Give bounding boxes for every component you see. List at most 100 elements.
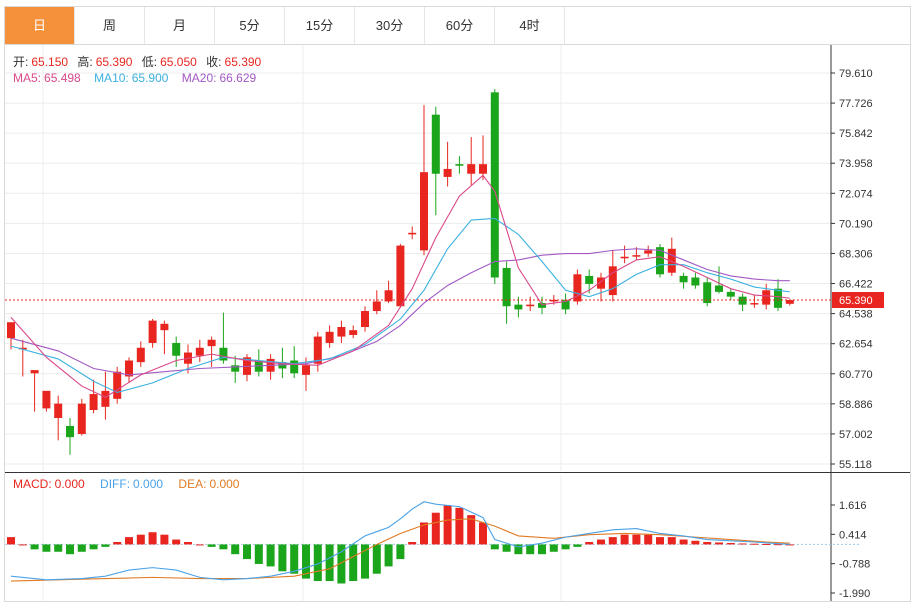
candle-body xyxy=(679,275,688,283)
macd-bar xyxy=(750,543,759,545)
macd-bar xyxy=(266,544,275,567)
ma10-value: 65.900 xyxy=(131,71,169,85)
macd-tick-label: 1.616 xyxy=(839,500,867,512)
macd-bar xyxy=(762,543,771,545)
macd-value: 0.000 xyxy=(54,477,85,491)
macd-bar xyxy=(77,544,86,552)
macd-bar xyxy=(679,539,688,545)
macd-bar xyxy=(479,522,487,545)
tab-0[interactable]: 日 xyxy=(5,7,75,44)
candle-body xyxy=(325,331,334,343)
y-tick-label: 70.190 xyxy=(839,218,873,230)
macd-bar xyxy=(597,539,605,545)
macd-bar xyxy=(148,532,157,545)
candle-body xyxy=(762,290,771,305)
candle-body xyxy=(302,365,310,375)
macd-bar xyxy=(573,544,582,547)
dea-label: DEA: xyxy=(178,477,207,491)
macd-bar xyxy=(585,541,594,545)
candle-body xyxy=(113,371,122,399)
candle-body xyxy=(361,311,369,327)
tab-4[interactable]: 15分 xyxy=(285,7,355,44)
macd-bar xyxy=(18,544,27,546)
candle-body xyxy=(136,347,145,363)
macd-bar xyxy=(231,544,240,555)
candle-body xyxy=(585,275,594,284)
macd-bar xyxy=(703,541,712,545)
macd-bar xyxy=(502,544,511,552)
tab-5[interactable]: 30分 xyxy=(355,7,425,44)
high-value: 65.390 xyxy=(95,55,133,69)
low-label: 低: xyxy=(141,55,158,69)
macd-bar xyxy=(549,544,558,552)
low-value: 65.050 xyxy=(160,55,197,69)
y-tick-label: 62.654 xyxy=(839,339,873,351)
candle-body xyxy=(290,360,299,374)
macd-bar xyxy=(644,534,653,545)
macd-bar xyxy=(561,544,570,550)
macd-bar xyxy=(207,544,216,547)
macd-bar xyxy=(490,544,499,550)
tab-2[interactable]: 月 xyxy=(145,7,215,44)
macd-bar xyxy=(726,542,735,545)
macd-bar xyxy=(278,544,287,572)
macd-bar xyxy=(219,544,228,550)
macd-bar xyxy=(715,542,723,545)
ma20-label: MA20: xyxy=(181,71,217,85)
macd-bar xyxy=(113,541,122,545)
candlestick-chart[interactable]: 79.610 77.726 75.842 73.958 72.074 70.190 68.3… xyxy=(5,45,910,601)
open-value: 65.150 xyxy=(31,55,69,69)
ma5-value: 65.498 xyxy=(44,71,81,85)
ma5-label: MA5: xyxy=(13,71,42,85)
macd-bar xyxy=(290,544,299,574)
macd-bar xyxy=(243,544,251,560)
candle-body xyxy=(77,403,86,434)
candle-body xyxy=(443,168,452,177)
y-tick-label: 64.538 xyxy=(839,309,873,321)
last-price-label: 65.390 xyxy=(839,295,873,307)
candle-body xyxy=(207,339,216,347)
open-label: 开: xyxy=(13,55,29,69)
y-tick-label: 77.726 xyxy=(839,98,873,110)
macd-bar xyxy=(443,505,452,545)
macd-bar xyxy=(30,544,39,550)
candle-body xyxy=(396,245,405,307)
ohlc-legend: 开: 65.150 高: 65.390 低: 65.050 收: 65.390 xyxy=(13,53,264,70)
tab-1[interactable]: 周 xyxy=(75,7,145,44)
macd-bar xyxy=(620,534,629,545)
macd-bar xyxy=(42,544,51,552)
macd-bar xyxy=(172,539,181,545)
candle-body xyxy=(774,288,782,308)
candle-body xyxy=(715,285,723,292)
candle-body xyxy=(420,172,428,251)
candle-body xyxy=(54,403,63,418)
y-tick-label: 79.610 xyxy=(839,68,873,80)
macd-bar xyxy=(538,544,546,555)
macd-bar xyxy=(431,512,440,545)
y-tick-label: 73.958 xyxy=(839,158,873,170)
macd-bar xyxy=(384,544,393,567)
candle-body xyxy=(349,330,358,335)
period-tab-bar: 日周月 5分 15分 30分 60分 4时 xyxy=(4,6,911,44)
candle-body xyxy=(337,326,346,337)
macd-bar xyxy=(608,537,617,545)
tab-7[interactable]: 4时 xyxy=(495,7,565,44)
macd-bar xyxy=(349,544,358,582)
candle-body xyxy=(431,114,440,174)
y-tick-label: 66.422 xyxy=(839,279,873,291)
macd-bar xyxy=(125,537,133,545)
diff-value: 0.000 xyxy=(133,477,164,491)
candle-body xyxy=(66,425,74,438)
y-tick-label: 58.886 xyxy=(839,399,873,411)
macd-bar xyxy=(54,544,63,552)
candle-body xyxy=(160,323,169,331)
candle-body xyxy=(738,296,747,305)
candle-body xyxy=(514,304,523,310)
macd-bar xyxy=(160,534,169,545)
tab-6[interactable]: 60分 xyxy=(425,7,495,44)
tab-3[interactable]: 5分 xyxy=(215,7,285,44)
macd-bar xyxy=(7,537,15,545)
candle-body xyxy=(372,301,381,312)
macd-tick-label: 0.414 xyxy=(839,529,867,541)
candle-body xyxy=(101,390,110,407)
